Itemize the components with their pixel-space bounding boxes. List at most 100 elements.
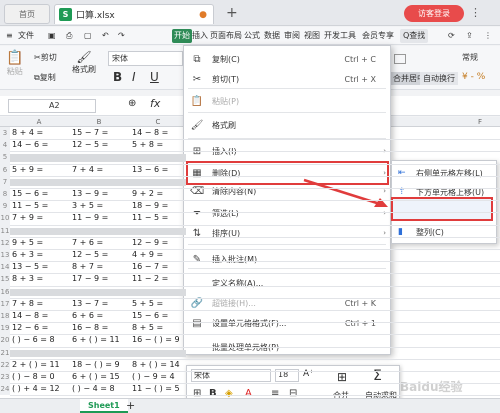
more-icon[interactable]: ⋮: [484, 29, 492, 43]
cell[interactable]: 5 + 8 =: [132, 140, 163, 149]
cell[interactable]: 17 − 9 =: [72, 274, 108, 283]
cell[interactable]: 12 − 5 =: [72, 250, 108, 259]
window-menu-icon[interactable]: ⋮: [470, 6, 490, 20]
underline-button[interactable]: U: [150, 70, 159, 84]
row-number[interactable]: 14: [0, 261, 10, 274]
paste-button[interactable]: 📋 粘贴: [6, 50, 23, 77]
menu-insert[interactable]: 插入: [192, 29, 208, 43]
guest-login-button[interactable]: 访客登录: [404, 5, 464, 22]
cell[interactable]: 16 − ( ) = 9: [132, 335, 180, 344]
search-button[interactable]: Q查找: [400, 29, 429, 43]
row-number[interactable]: 3: [0, 127, 10, 140]
row-number[interactable]: 4: [0, 139, 10, 152]
new-tab-button[interactable]: +: [226, 6, 240, 20]
context-menu-item[interactable]: 定义名称(A)...: [184, 274, 390, 292]
row-number[interactable]: 23: [0, 371, 10, 384]
add-sheet-button[interactable]: +: [126, 399, 135, 412]
cell[interactable]: 8 + ( ) = 14: [132, 360, 180, 369]
name-box[interactable]: A2: [8, 99, 96, 113]
cell[interactable]: 4 + 9 =: [132, 250, 163, 259]
cell[interactable]: 16 − 8 =: [72, 323, 108, 332]
share-icon[interactable]: ⇪: [466, 29, 473, 43]
cell[interactable]: 7 + 8 =: [12, 299, 43, 308]
cell[interactable]: 18 − 9 =: [132, 201, 168, 210]
number-format-select[interactable]: 常规: [462, 52, 478, 63]
cell[interactable]: 15 − 6 =: [132, 311, 168, 320]
cell[interactable]: 8 + 3 =: [12, 274, 43, 283]
row-number[interactable]: 20: [0, 334, 10, 347]
cell[interactable]: 7 + 6 =: [72, 238, 103, 247]
cell[interactable]: 8 + 5 =: [132, 323, 163, 332]
undo-icon[interactable]: ↶: [102, 29, 109, 43]
cell[interactable]: 7 + 4 =: [72, 165, 103, 174]
cell[interactable]: 6 + ( ) = 11: [72, 335, 120, 344]
cell[interactable]: 14 − 8 =: [12, 311, 48, 320]
cell[interactable]: 8 + 7 =: [72, 262, 103, 271]
row-number[interactable]: 9: [0, 200, 10, 213]
cell[interactable]: 9 + 5 =: [12, 238, 43, 247]
row-number[interactable]: 19: [0, 322, 10, 335]
col-b[interactable]: B: [68, 117, 130, 127]
col-a[interactable]: A: [10, 117, 68, 127]
cut-button[interactable]: ✂ 剪切: [34, 52, 57, 63]
cell[interactable]: 13 − 9 =: [72, 189, 108, 198]
cell[interactable]: 11 − 5 =: [132, 213, 168, 222]
bold-button[interactable]: B: [113, 70, 122, 84]
cell[interactable]: 13 − 7 =: [72, 299, 108, 308]
context-menu-item[interactable]: 🖌 格式刷: [184, 116, 390, 134]
cell[interactable]: 3 + 5 =: [72, 201, 103, 210]
redo-icon[interactable]: ↷: [118, 29, 125, 43]
cell[interactable]: 6 + 6 =: [72, 311, 103, 320]
cell[interactable]: 8 + 4 =: [12, 128, 43, 137]
italic-button[interactable]: I: [132, 70, 136, 84]
cell[interactable]: 12 − 5 =: [72, 140, 108, 149]
wrap-text-button[interactable]: 自动换行: [420, 72, 458, 85]
cell[interactable]: 15 − 7 =: [72, 128, 108, 137]
context-menu-item[interactable]: 📋 粘贴(P): [184, 92, 390, 110]
cell[interactable]: 11 − 5 =: [12, 201, 48, 210]
menu-dev-tools[interactable]: 开发工具: [324, 29, 356, 43]
print-icon[interactable]: ⎙: [66, 29, 72, 43]
copy-button[interactable]: ⧉ 复制: [34, 72, 56, 83]
cell[interactable]: 6 + 3 =: [12, 250, 43, 259]
sync-icon[interactable]: ⟳: [448, 29, 455, 43]
tab-home[interactable]: 首页: [4, 4, 50, 24]
fx-icon[interactable]: fx: [150, 97, 160, 110]
row-number[interactable]: 21: [0, 346, 10, 359]
cell[interactable]: 2 + ( ) = 11: [12, 360, 60, 369]
row-number[interactable]: 8: [0, 188, 10, 201]
submenu-item[interactable]: ⇤ 右侧单元格左移(L): [392, 163, 496, 183]
row-number[interactable]: 10: [0, 212, 10, 225]
cell[interactable]: 9 + 2 =: [132, 189, 163, 198]
tab-file[interactable]: S 口算.xlsx ●: [54, 4, 214, 24]
menu-view[interactable]: 视图: [304, 29, 320, 43]
cell[interactable]: ( ) + 4 = 12: [12, 384, 60, 393]
cell[interactable]: ( ) − 6 = 8: [12, 335, 55, 344]
cell[interactable]: 13 − 6 =: [132, 165, 168, 174]
cell[interactable]: 7 + 9 =: [12, 213, 43, 222]
menu-formula[interactable]: 公式: [244, 29, 260, 43]
row-number[interactable]: 11: [0, 224, 10, 237]
row-number[interactable]: 13: [0, 249, 10, 262]
row-number[interactable]: 15: [0, 273, 10, 286]
cell[interactable]: 14 − 8 =: [132, 128, 168, 137]
col-c[interactable]: C: [130, 117, 186, 127]
cell[interactable]: ( ) − 9 = 4: [132, 372, 175, 381]
save-icon[interactable]: ▣: [48, 29, 56, 43]
cell[interactable]: ( ) − 4 = 8: [72, 384, 115, 393]
cell[interactable]: 11 − ( ) = 5: [132, 384, 180, 393]
cell[interactable]: ( ) − 8 = 0: [12, 372, 55, 381]
menu-file[interactable]: 文件: [18, 29, 34, 43]
row-number[interactable]: 24: [0, 383, 10, 396]
cell[interactable]: 15 − 6 =: [12, 189, 48, 198]
row-number[interactable]: 18: [0, 310, 10, 323]
cell[interactable]: 5 + 9 =: [12, 165, 43, 174]
context-menu-item[interactable]: ✂ 剪切(T) Ctrl + X: [184, 70, 390, 88]
cell[interactable]: 13 − 5 =: [12, 262, 48, 271]
menu-page-layout[interactable]: 页面布局: [210, 29, 242, 43]
currency-icon[interactable]: ¥ - %: [462, 72, 485, 82]
context-menu-item[interactable]: ⧉ 复制(C) Ctrl + C: [184, 50, 390, 68]
context-menu-item[interactable]: ✎ 插入批注(M): [184, 250, 390, 268]
cell[interactable]: 12 − 9 =: [132, 238, 168, 247]
col-f[interactable]: F: [470, 117, 490, 127]
